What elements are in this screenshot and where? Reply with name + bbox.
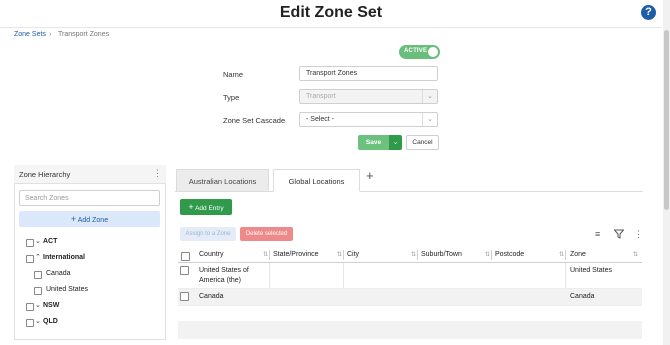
tree-checkbox-qld[interactable] [26,319,34,327]
sort-icon[interactable]: ⇅ [559,251,564,258]
tree-item-united-states[interactable]: United States [46,286,88,293]
toggle-label: ACTIVE [404,48,428,54]
plus-icon: + [188,202,194,212]
sort-icon[interactable]: ⇅ [411,251,416,258]
tree-item-nsw[interactable]: NSW [43,302,59,309]
tree-checkbox-canada[interactable] [34,271,42,279]
add-entry-button[interactable]: + Add Entry [180,199,232,215]
column-header-country[interactable]: Country [199,251,224,258]
tree-checkbox-international[interactable] [26,255,34,263]
column-header-suburb[interactable]: Suburb/Town [421,251,462,258]
zone-hierarchy-title: Zone Hierarchy [19,170,71,179]
plus-icon: + [70,214,77,224]
column-separator[interactable] [269,250,270,260]
breadcrumb-current: Transport Zones [58,31,110,38]
search-zones-input[interactable]: Search Zones [19,190,160,206]
column-separator[interactable] [491,250,492,260]
row-checkbox[interactable] [180,266,189,275]
tree-checkbox-act[interactable] [26,239,34,247]
assign-to-zone-button[interactable]: Assign to a Zone [180,227,236,241]
sort-icon[interactable]: ⇅ [633,251,638,258]
chevron-down-icon[interactable]: ⌄ [35,301,41,309]
cell-zone: United States [570,267,613,274]
type-select: Transport ⌄ [299,89,438,104]
chevron-up-icon[interactable]: ⌃ [35,253,41,261]
sort-icon[interactable]: ⇅ [485,251,490,258]
column-header-state[interactable]: State/Province [273,251,319,258]
sort-icon[interactable]: ≡ [595,229,600,239]
name-label: Name [223,70,244,79]
tree-item-international[interactable]: International [43,254,85,261]
delete-selected-button[interactable]: Delete selected [240,227,293,241]
add-entry-label: Add Entry [195,205,224,212]
row-checkbox[interactable] [180,292,189,301]
name-input[interactable]: Transport Zones [299,66,438,81]
tab-australian-locations[interactable]: Australian Locations [176,169,269,192]
column-separator[interactable] [417,250,418,260]
help-icon[interactable]: ? [641,5,656,20]
column-separator[interactable] [343,250,344,260]
column-separator[interactable] [565,250,566,260]
tree-item-canada[interactable]: Canada [46,270,71,277]
tree-item-act[interactable]: ACT [43,238,57,245]
breadcrumb-separator: › [49,31,52,38]
scrollbar-thumb[interactable] [664,30,669,210]
tree-item-qld[interactable]: QLD [43,318,58,325]
type-value: Transport [306,93,336,100]
cell-zone: Canada [570,293,595,300]
tree-checkbox-nsw[interactable] [26,303,34,311]
chevron-down-icon: ⌄ [422,90,437,103]
add-zone-button[interactable]: + Add Zone [19,211,160,227]
save-button[interactable]: Save [358,135,389,150]
save-dropdown-button[interactable]: ⌄ [389,135,402,150]
filter-icon[interactable] [613,229,625,241]
chevron-down-icon: ⌄ [422,113,437,126]
chevron-down-icon[interactable]: ⌄ [35,317,41,325]
chevron-down-icon[interactable]: ⌄ [35,237,41,245]
cell-country-line2: America (the) [199,277,242,284]
sort-icon[interactable]: ⇅ [337,251,342,258]
tree-checkbox-united-states[interactable] [34,287,42,295]
column-header-postcode[interactable]: Postcode [495,251,524,258]
type-label: Type [223,93,240,102]
add-tab-icon[interactable]: + [366,168,374,183]
column-header-zone[interactable]: Zone [570,251,586,258]
cell-country: Canada [199,293,224,300]
cell-country-line1: United States of [199,267,249,274]
breadcrumb-zone-sets[interactable]: Zone Sets [14,31,46,38]
tab-global-locations[interactable]: Global Locations [273,169,360,192]
active-toggle[interactable]: ACTIVE [399,45,440,59]
cascade-select[interactable]: - Select - ⌄ [299,112,438,127]
column-header-city[interactable]: City [347,251,359,258]
select-all-checkbox[interactable] [181,252,190,261]
cascade-label: Zone Set Cascade [223,116,286,125]
cancel-button[interactable]: Cancel [406,135,439,150]
toggle-knob [428,47,438,57]
add-zone-label: Add Zone [77,217,109,224]
sort-icon[interactable]: ⇅ [263,251,268,258]
page-title: Edit Zone Set [279,4,383,21]
more-options-icon[interactable]: ⋮ [634,229,643,240]
more-options-icon[interactable]: ⋮ [153,168,162,179]
table-empty-area [178,321,642,339]
cascade-value: - Select - [306,116,335,123]
